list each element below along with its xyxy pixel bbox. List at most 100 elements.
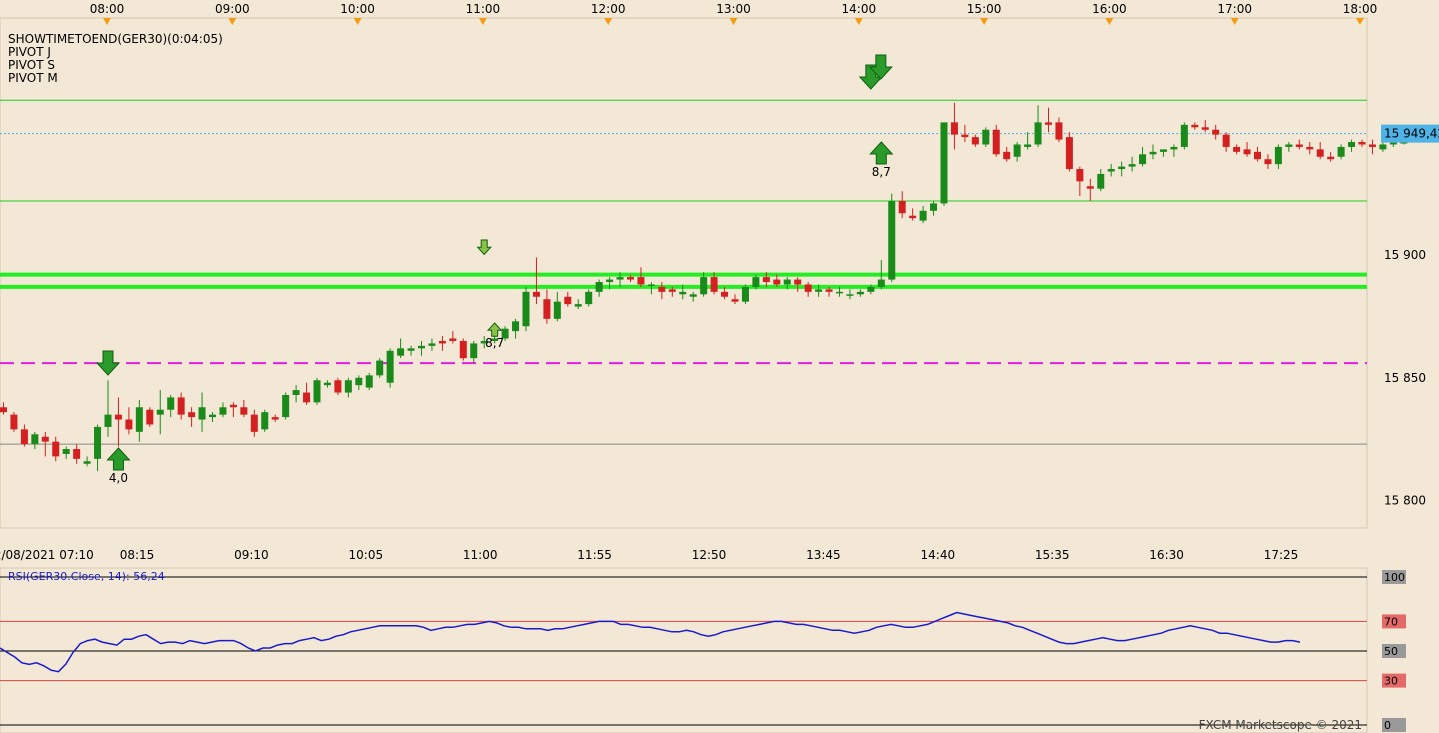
candle-body bbox=[543, 299, 551, 319]
candle-body bbox=[689, 294, 697, 297]
candle-body bbox=[585, 291, 593, 305]
candle bbox=[982, 127, 990, 147]
candle-body bbox=[919, 210, 927, 221]
candle-body bbox=[135, 407, 143, 432]
bottom-time-label: 08:15 bbox=[120, 548, 155, 562]
candle bbox=[459, 338, 467, 361]
candle-body bbox=[512, 321, 520, 332]
candle-body bbox=[470, 343, 478, 359]
candle-body bbox=[1024, 144, 1032, 147]
candle-body bbox=[1379, 144, 1387, 150]
candle-body bbox=[606, 279, 614, 283]
price-tick-label: 15 900 bbox=[1384, 248, 1426, 262]
candle-body bbox=[721, 291, 729, 297]
top-hour-label: 09:00 bbox=[215, 2, 250, 16]
candle-body bbox=[219, 407, 227, 415]
candle-body bbox=[971, 137, 979, 145]
bottom-time-label: 17:25 bbox=[1264, 548, 1299, 562]
candle-body bbox=[658, 286, 666, 292]
bottom-time-label: 12:50 bbox=[692, 548, 727, 562]
rsi-level-label: 100 bbox=[1384, 571, 1405, 584]
candle-body bbox=[522, 291, 530, 327]
candle-body bbox=[1180, 124, 1188, 147]
candle bbox=[1065, 132, 1073, 172]
candle-body bbox=[1222, 134, 1230, 147]
candle bbox=[313, 377, 321, 405]
current-price-label: 15 949,42 bbox=[1384, 127, 1439, 141]
top-hour-label: 11:00 bbox=[466, 2, 501, 16]
candle-body bbox=[355, 377, 363, 386]
candle-body bbox=[627, 277, 634, 280]
candle-body bbox=[825, 289, 833, 292]
marketscope-chart-window: 4,0 8,7 8,7 08:00 09:00 10:00 11:00 12:00 13:00… bbox=[0, 0, 1439, 733]
candle-body bbox=[1358, 142, 1366, 145]
candle bbox=[1180, 122, 1188, 150]
bottom-time-label: 11:00 bbox=[463, 548, 498, 562]
candle-body bbox=[0, 407, 7, 413]
candle-body bbox=[898, 200, 906, 214]
chart-canvas[interactable]: 4,0 8,7 8,7 08:00 09:00 10:00 11:00 12:00 13:00… bbox=[0, 0, 1439, 733]
candle bbox=[522, 286, 530, 332]
candle-body bbox=[846, 294, 854, 296]
candle-body bbox=[250, 414, 258, 432]
candle-body bbox=[595, 282, 603, 292]
candle-body bbox=[1306, 146, 1314, 150]
candle-body bbox=[804, 284, 812, 292]
top-hour-label: 16:00 bbox=[1092, 2, 1127, 16]
top-hour-label: 12:00 bbox=[591, 2, 626, 16]
candle-body bbox=[261, 412, 269, 430]
candle-body bbox=[532, 291, 540, 297]
candle-body bbox=[1274, 146, 1282, 165]
top-hour-label: 08:00 bbox=[90, 2, 125, 16]
candle-body bbox=[282, 394, 290, 418]
candle-body bbox=[156, 409, 164, 415]
candle-body bbox=[647, 284, 655, 286]
top-hour-label: 10:00 bbox=[340, 2, 375, 16]
price-tick-label: 15 800 bbox=[1384, 494, 1426, 508]
candle-body bbox=[365, 375, 373, 388]
top-hour-label: 17:00 bbox=[1217, 2, 1252, 16]
bottom-time-label: 09:10 bbox=[234, 548, 269, 562]
candle-body bbox=[762, 277, 770, 283]
candle-body bbox=[459, 340, 467, 359]
candle bbox=[282, 392, 290, 420]
candle-body bbox=[438, 340, 446, 344]
candle-body bbox=[449, 338, 457, 341]
bottom-time-label: 15:35 bbox=[1035, 548, 1070, 562]
candle-body bbox=[62, 449, 70, 454]
arrow-label: 4,0 bbox=[109, 471, 128, 485]
candle-body bbox=[679, 291, 687, 295]
candle bbox=[365, 372, 373, 391]
candle-body bbox=[73, 449, 81, 459]
candle-body bbox=[146, 409, 154, 425]
candle-body bbox=[1233, 146, 1241, 152]
candle-body bbox=[553, 301, 561, 319]
candle-body bbox=[1254, 151, 1261, 160]
candle-body bbox=[1348, 142, 1356, 147]
candle-body bbox=[1045, 122, 1052, 125]
candle-body bbox=[836, 291, 843, 294]
candle-body bbox=[731, 299, 739, 302]
candle-body bbox=[386, 350, 394, 383]
rsi-title: RSI(GER30.Close, 14): 56,24 bbox=[8, 570, 165, 583]
candle bbox=[386, 348, 394, 388]
rsi-level-label: 0 bbox=[1384, 719, 1391, 732]
candle-body bbox=[909, 215, 917, 219]
legend-item-pivot-m: PIVOT M bbox=[8, 71, 58, 85]
candle-body bbox=[1149, 151, 1157, 155]
candle-body bbox=[1055, 122, 1063, 140]
candle-body bbox=[344, 380, 352, 393]
candle-body bbox=[1065, 137, 1073, 170]
candle-body bbox=[188, 412, 196, 418]
top-hour-label: 15:00 bbox=[967, 2, 1002, 16]
candle-body bbox=[710, 277, 718, 292]
candle-body bbox=[125, 419, 133, 430]
bottom-time-label: 12/08/2021 07:10 bbox=[0, 548, 94, 562]
candle-body bbox=[428, 343, 436, 346]
candle-body bbox=[815, 289, 823, 292]
rsi-level-label: 30 bbox=[1384, 675, 1398, 688]
candle-body bbox=[303, 392, 311, 403]
candle-body bbox=[114, 414, 122, 420]
candle-body bbox=[950, 122, 958, 135]
candle-body bbox=[574, 304, 582, 307]
